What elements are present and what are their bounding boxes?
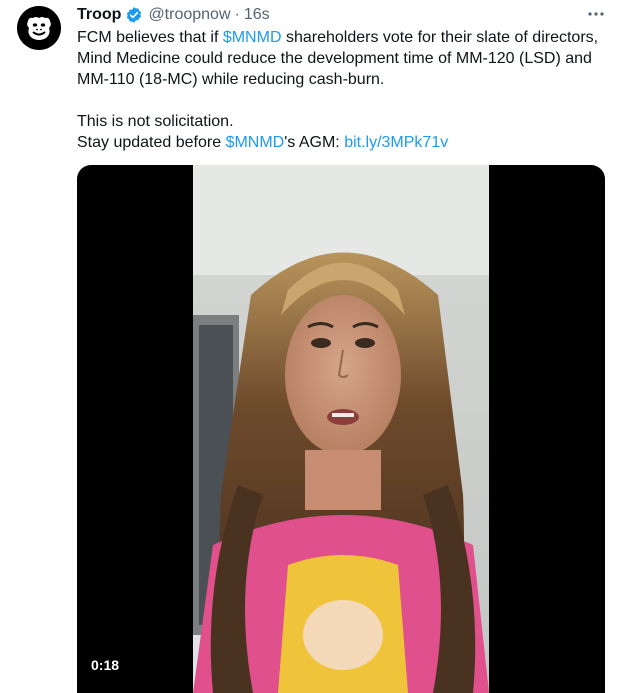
tweet-paragraph-1: FCM believes that if $MNMD shareholders … (77, 27, 613, 90)
gorilla-logo-icon (17, 6, 61, 50)
author-name[interactable]: Troop (77, 6, 121, 24)
text-segment: Stay updated before (77, 134, 226, 151)
separator-dot: · (234, 6, 240, 23)
verified-badge-icon (125, 6, 143, 24)
video-frame[interactable] (193, 165, 489, 693)
tweet-paragraph-3: Stay updated before $MNMD's AGM: bit.ly/… (77, 132, 613, 153)
more-options-icon[interactable] (586, 4, 606, 24)
tweet-timestamp[interactable]: 16s (244, 6, 270, 24)
author-handle[interactable]: @troopnow (148, 6, 230, 24)
tweet-text: FCM believes that if $MNMD shareholders … (77, 27, 613, 153)
text-segment: FCM believes that if (77, 29, 223, 46)
cashtag-link[interactable]: $MNMD (226, 134, 285, 151)
tweet-paragraph-2: This is not solicitation. (77, 113, 234, 130)
short-url-link[interactable]: bit.ly/3MPk71v (344, 134, 448, 151)
text-segment: 's AGM: (284, 134, 345, 151)
video-thumbnail (193, 165, 489, 693)
avatar[interactable] (17, 6, 61, 50)
video-player[interactable]: 0:18 (77, 165, 605, 693)
tweet-header: Troop @troopnow · 16s (77, 4, 270, 26)
video-duration: 0:18 (91, 657, 120, 673)
tweet[interactable]: Troop @troopnow · 16s FCM believes that … (0, 0, 623, 693)
cashtag-link[interactable]: $MNMD (223, 29, 282, 46)
